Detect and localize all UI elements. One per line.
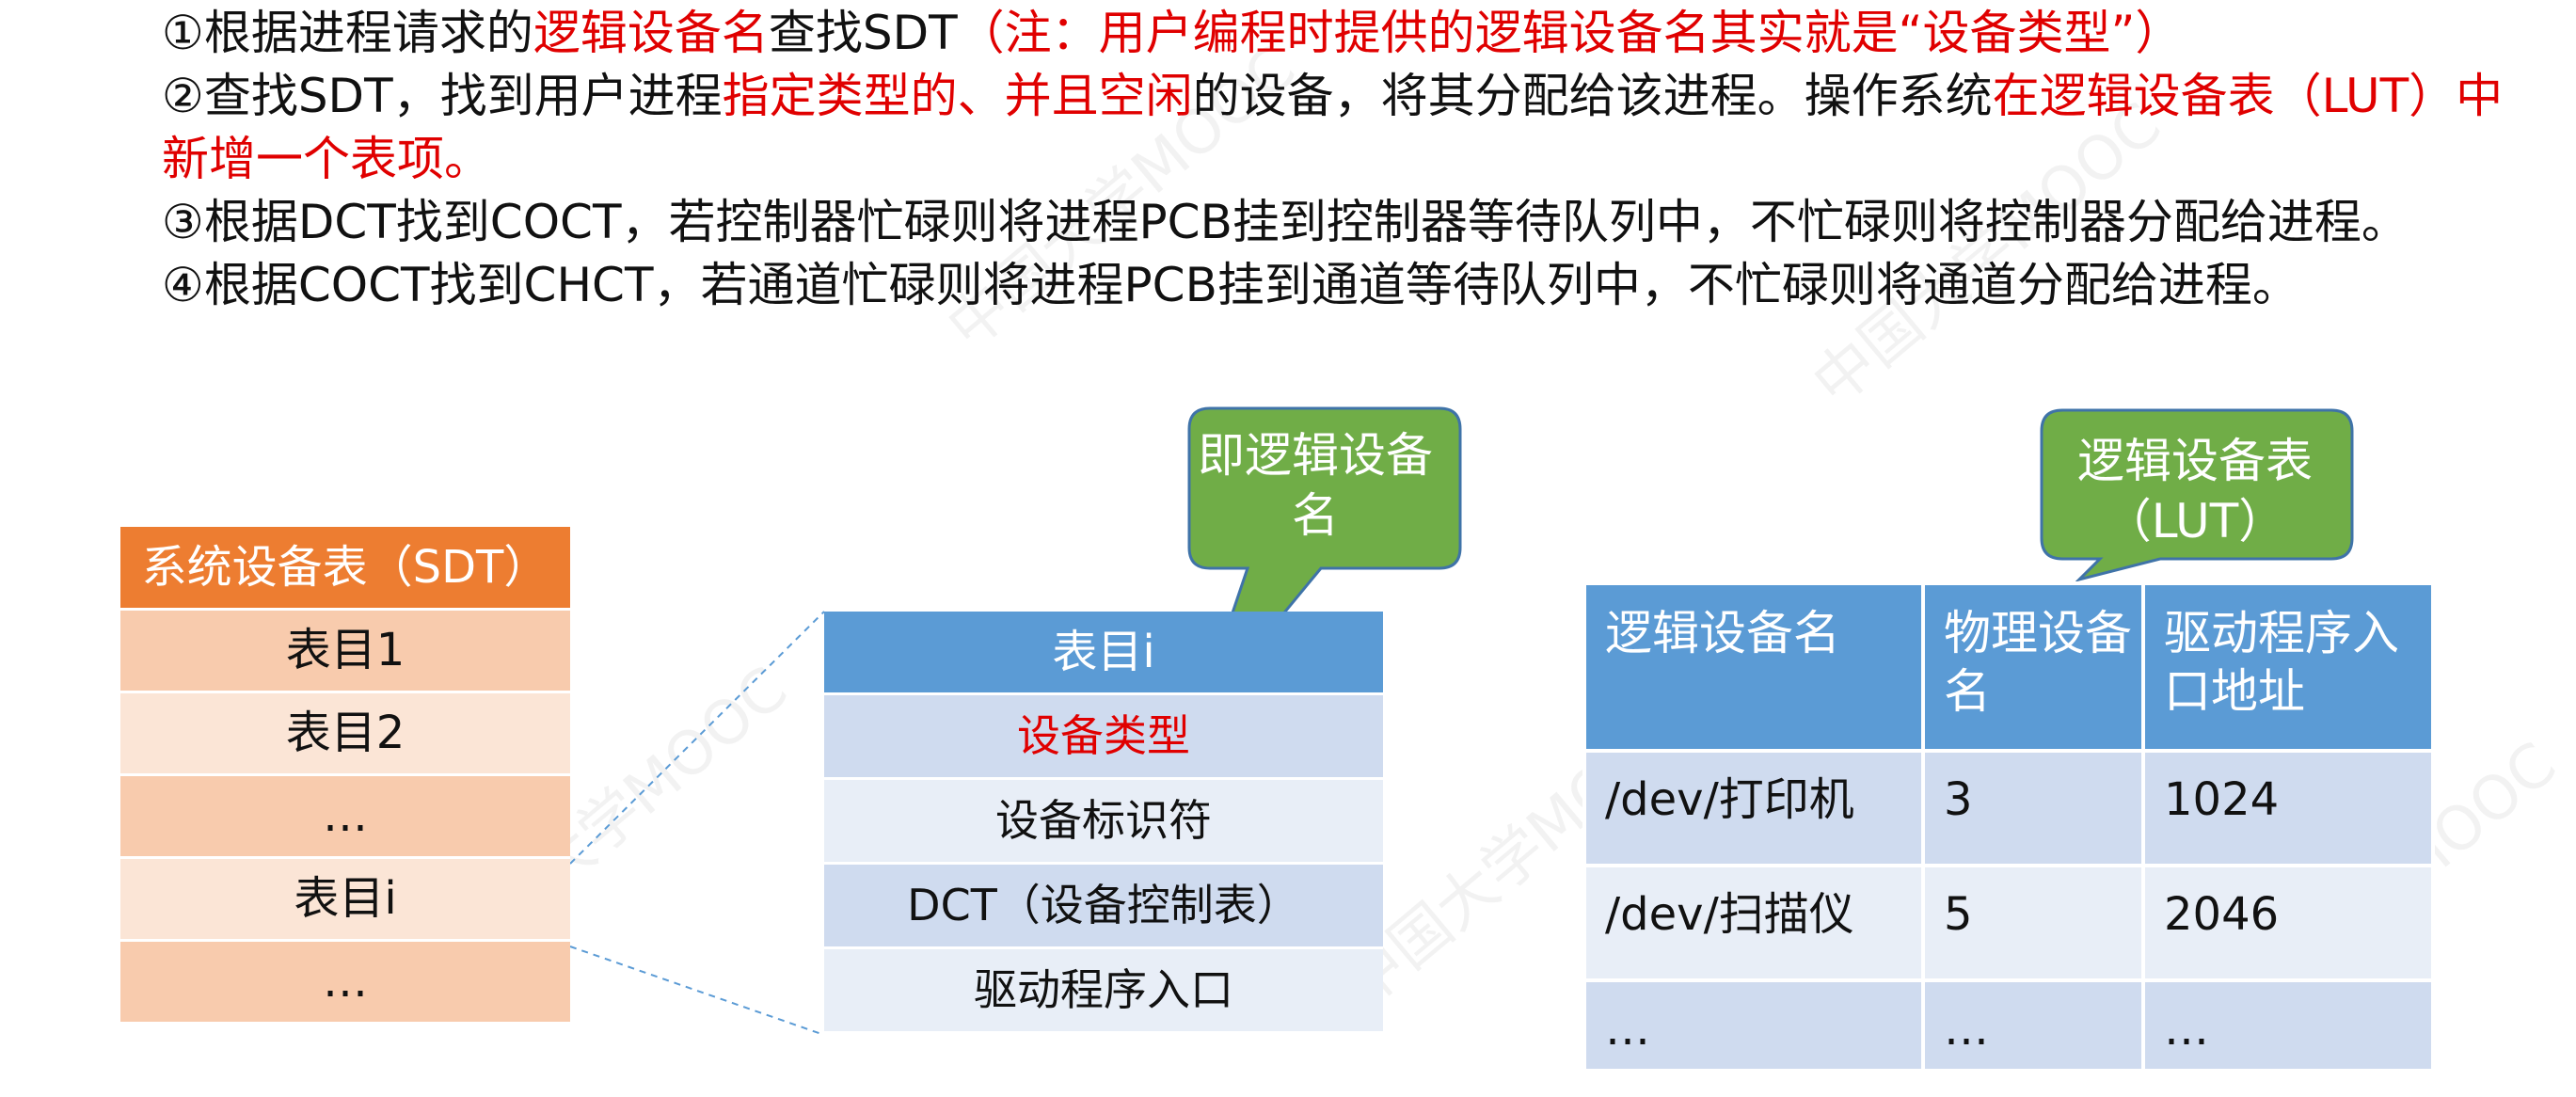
entry-field-device-id: 设备标识符 [824,777,1383,862]
lut-header-logical-name: 逻辑设备名 [1582,581,1925,753]
step-2: ②查找SDT，找到用户进程指定类型的、并且空闲的设备，将其分配给该进程。操作系统… [162,65,2533,191]
sdt-table: 系统设备表（SDT） 表目1 表目2 … 表目i … [120,527,570,1022]
step-1: ①根据进程请求的逻辑设备名查找SDT（注：用户编程时提供的逻辑设备名其实就是“设… [162,2,2533,65]
lut-cell: … [1582,978,1925,1073]
steps-text: ①根据进程请求的逻辑设备名查找SDT（注：用户编程时提供的逻辑设备名其实就是“设… [162,2,2533,317]
sdt-row: … [120,773,570,856]
table-row: … … … [1582,978,2435,1073]
sdt-title: 系统设备表（SDT） [120,527,570,608]
step-1-text: ①根据进程请求的 [162,6,533,60]
sdt-row: … [120,939,570,1022]
lut-cell: /dev/打印机 [1582,749,1925,867]
step-3: ③根据DCT找到COCT，若控制器忙碌则将进程PCB挂到控制器等待队列中，不忙碌… [162,191,2533,254]
step-1-note: （注：用户编程时提供的逻辑设备名其实就是“设备类型”） [957,6,2183,60]
step-1-highlight: 逻辑设备名 [533,6,769,60]
entry-field-dct: DCT（设备控制表） [824,862,1383,946]
lut-header-physical-name: 物理设备名 [1921,581,2145,753]
sdt-entry-detail: 表目i 设备类型 设备标识符 DCT（设备控制表） 驱动程序入口 [824,612,1383,1031]
lut-cell: 2046 [2141,864,2435,982]
table-row: /dev/扫描仪 5 2046 [1582,864,2435,982]
lut-cell: /dev/扫描仪 [1582,864,1925,982]
entry-title: 表目i [824,612,1383,692]
callout-lut-text: 逻辑设备表（LUT） [2077,434,2313,548]
step-2-text: ②查找SDT，找到用户进程 [162,69,723,123]
step-4: ④根据COCT找到CHCT，若通道忙碌则将进程PCB挂到通道等待队列中，不忙碌则… [162,254,2533,317]
lut-header-row: 逻辑设备名 物理设备名 驱动程序入口地址 [1582,581,2435,753]
entry-field-driver-entry: 驱动程序入口 [824,946,1383,1031]
lut-cell: 1024 [2141,749,2435,867]
step-2-text: 的设备，将其分配给该进程。操作系统 [1192,69,1993,123]
lut-header-driver-address: 驱动程序入口地址 [2141,581,2435,753]
lut-table: 逻辑设备名 物理设备名 驱动程序入口地址 /dev/打印机 3 1024 /de… [1582,581,2435,1073]
lut-cell: … [1921,978,2145,1073]
connector-line-bottom [569,946,825,1036]
callout-logical-name-text: 即逻辑设备名 [1198,428,1433,543]
step-2-highlight: 指定类型的、并且空闲 [722,69,1193,123]
entry-field-device-type: 设备类型 [824,692,1383,777]
lut-cell: 3 [1921,749,2145,867]
connector-line-top [569,611,825,865]
step-1-text: 查找SDT [768,6,958,60]
table-row: /dev/打印机 3 1024 [1582,749,2435,867]
step-3-text: ③根据DCT找到COCT，若控制器忙碌则将进程PCB挂到控制器等待队列中，不忙碌… [162,195,2409,249]
sdt-row: 表目1 [120,608,570,691]
lut-cell: 5 [1921,864,2145,982]
sdt-row: 表目2 [120,691,570,773]
step-4-text: ④根据COCT找到CHCT，若通道忙碌则将进程PCB挂到通道等待队列中，不忙碌则… [162,258,2299,312]
lut-cell: … [2141,978,2435,1073]
sdt-row-selected: 表目i [120,856,570,939]
